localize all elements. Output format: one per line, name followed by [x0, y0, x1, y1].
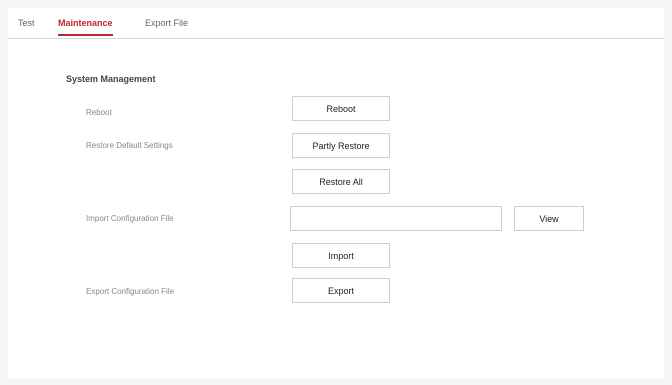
- reboot-label: Reboot: [86, 108, 112, 117]
- tab-test[interactable]: Test: [18, 18, 35, 28]
- tab-export-file[interactable]: Export File: [145, 18, 188, 28]
- restore-default-settings-label: Restore Default Settings: [86, 141, 173, 150]
- reboot-button[interactable]: Reboot: [292, 96, 390, 121]
- import-file-path-input[interactable]: [290, 206, 502, 231]
- tab-bar: Test Maintenance Export File: [8, 8, 664, 39]
- import-button[interactable]: Import: [292, 243, 390, 268]
- maintenance-page: Test Maintenance Export File System Mana…: [8, 8, 664, 378]
- partly-restore-button[interactable]: Partly Restore: [292, 133, 390, 158]
- restore-all-button[interactable]: Restore All: [292, 169, 390, 194]
- import-configuration-file-label: Import Configuration File: [86, 214, 174, 223]
- export-configuration-file-label: Export Configuration File: [86, 287, 175, 296]
- export-button[interactable]: Export: [292, 278, 390, 303]
- tab-maintenance[interactable]: Maintenance: [58, 18, 113, 36]
- section-title-system-management: System Management: [66, 74, 156, 84]
- view-button[interactable]: View: [514, 206, 584, 231]
